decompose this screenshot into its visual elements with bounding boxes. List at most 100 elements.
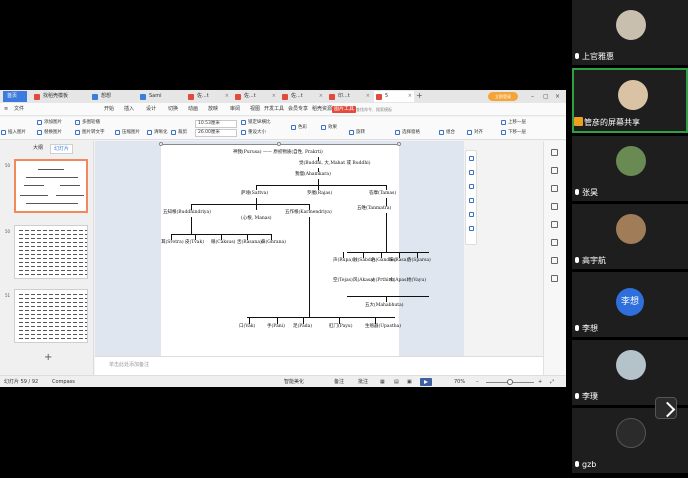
notes-placeholder: 单击此处添加备注 (109, 362, 150, 368)
crop-button[interactable]: 裁剪 (170, 128, 187, 137)
send-backward-button[interactable]: 下移一层 (500, 128, 526, 137)
normal-view-icon[interactable]: ▦ (380, 376, 385, 387)
minimize-icon[interactable]: – (531, 91, 534, 102)
lock-ratio-checkbox[interactable]: 锁定纵横比 (240, 118, 271, 127)
fit-window-icon[interactable]: ⤢ (550, 376, 554, 387)
slide-thumbnail-current[interactable] (14, 159, 88, 213)
reading-view-icon[interactable]: ▣ (407, 376, 412, 387)
tab-doc[interactable]: 佐...t × (186, 91, 231, 102)
lightbulb-icon[interactable] (469, 212, 474, 217)
layers-icon[interactable] (469, 170, 474, 175)
menu-icon[interactable]: ≡ (4, 103, 8, 116)
menu-transition[interactable]: 切换 (168, 103, 178, 116)
tab-doc[interactable]: 想想 (90, 91, 136, 102)
zoom-in-icon[interactable] (469, 156, 474, 161)
current-slide[interactable]: 神我(Purusa) —— 原初物质(自性, Prakrti) 觉(Buddhi… (159, 142, 431, 356)
participant-tile[interactable]: 上官雅惠 (572, 0, 688, 65)
close-icon[interactable]: × (555, 91, 560, 102)
crop-icon[interactable] (469, 184, 474, 189)
theme-name: Compass (52, 379, 75, 385)
menu-docer[interactable]: 稻壳资源 (312, 103, 332, 116)
command-search-input[interactable]: 查找命令、搜索模板 (356, 106, 412, 113)
slide-thumbnail[interactable] (14, 289, 88, 343)
menu-member[interactable]: 会员专享 (288, 103, 308, 116)
menu-review[interactable]: 审阅 (230, 103, 240, 116)
notes-pane[interactable]: 单击此处添加备注 (95, 356, 543, 375)
shape-icon[interactable] (551, 203, 558, 210)
participant-avatar (616, 146, 646, 176)
smart-beautify-button[interactable]: 智能美化 (284, 376, 304, 387)
menu-file[interactable]: 文件 (14, 103, 24, 116)
screen-share-expand-icon[interactable] (655, 397, 677, 419)
image-icon[interactable] (469, 226, 474, 231)
zoom-out-icon[interactable]: – (476, 376, 479, 387)
participant-name: 张昊 (582, 188, 598, 197)
restore-icon[interactable]: ▢ (543, 91, 549, 102)
samkhya-diagram-image[interactable]: 神我(Purusa) —— 原初物质(自性, Prakrti) 觉(Buddhi… (161, 144, 431, 356)
tab-doc[interactable]: Sami (138, 91, 184, 102)
play-slideshow-button[interactable] (420, 378, 432, 386)
properties-icon[interactable] (551, 149, 558, 156)
menu-picture-tools[interactable]: 图片工具 (332, 106, 357, 113)
login-button[interactable]: 立即登录 (488, 92, 518, 101)
microphone-icon (574, 325, 580, 333)
help-icon[interactable] (551, 239, 558, 246)
tab-doc[interactable]: 佐...t × (233, 91, 278, 102)
reset-size-button[interactable]: 重设大小 (240, 128, 266, 137)
brush-icon[interactable] (551, 167, 558, 174)
multi-image-button[interactable]: 多图轮播 (74, 118, 100, 127)
color-button[interactable]: 色彩 (290, 123, 307, 132)
compress-image-button[interactable]: 压缩图片 (114, 128, 140, 137)
image-to-text-button[interactable]: 图片转文字 (74, 128, 105, 137)
participant-tile[interactable]: 管彦的屏幕共享 (572, 68, 688, 133)
participant-avatar (616, 350, 646, 380)
replace-image-button[interactable]: 替换图片 (36, 128, 62, 137)
participant-tile[interactable]: 李璞 (572, 340, 688, 405)
tab-template[interactable]: 找稻壳模板 (32, 91, 84, 102)
zoom-slider-handle[interactable] (507, 379, 513, 385)
tab-slides[interactable]: 幻灯片 (50, 144, 74, 154)
combine-button[interactable]: 组合 (438, 128, 455, 137)
participant-tile[interactable]: 李想 李想 (572, 272, 688, 337)
animation-icon[interactable] (551, 221, 558, 228)
menu-design[interactable]: 设计 (146, 103, 156, 116)
reset-size-icon (241, 130, 246, 135)
comments-button[interactable]: 批注 (358, 376, 368, 387)
zoom-in-icon[interactable]: + (538, 376, 542, 387)
notes-toggle-button[interactable]: 备注 (334, 376, 344, 387)
new-tab-button[interactable]: + (416, 90, 423, 102)
camera-off-icon (616, 418, 646, 448)
star-icon[interactable] (551, 185, 558, 192)
insert-image-button[interactable]: 插入图片 (0, 128, 26, 137)
menu-developer[interactable]: 开发工具 (264, 103, 284, 116)
participant-tile[interactable]: 张昊 (572, 136, 688, 201)
tab-home[interactable]: 首页 (3, 91, 27, 102)
frame-icon[interactable] (469, 198, 474, 203)
add-slide-button[interactable]: + (44, 353, 52, 363)
tab-outline[interactable]: 大纲 (30, 144, 46, 152)
menu-insert[interactable]: 插入 (124, 103, 134, 116)
diagram-node-sattva: 萨埵(Sattva) (241, 191, 269, 196)
add-image-button[interactable]: 添加图片 (36, 118, 62, 127)
rotate-button[interactable]: 旋转 (348, 128, 365, 137)
menu-slideshow[interactable]: 放映 (208, 103, 218, 116)
image-width-input[interactable]: 10.53厘米 (195, 120, 237, 128)
share-icon[interactable] (551, 257, 558, 264)
align-button[interactable]: 对齐 (466, 128, 483, 137)
tab-doc[interactable]: 印...t × (327, 91, 372, 102)
clarity-button[interactable]: 清晰化 (146, 128, 168, 137)
effect-button[interactable]: 效果 (320, 123, 337, 132)
menu-home[interactable]: 开始 (104, 103, 114, 116)
tab-doc[interactable]: 佐...t × (280, 91, 325, 102)
bring-forward-button[interactable]: 上移一层 (500, 118, 526, 127)
slide-thumbnail[interactable] (14, 225, 88, 279)
sorter-view-icon[interactable]: ▤ (394, 376, 399, 387)
menu-view[interactable]: 视图 (250, 103, 260, 116)
participant-tile[interactable]: 高宇航 (572, 204, 688, 269)
select-pane-button[interactable]: 选择窗格 (394, 128, 420, 137)
menu-animation[interactable]: 动画 (188, 103, 198, 116)
settings-icon[interactable] (551, 275, 558, 282)
image-height-input[interactable]: 26.00厘米 (195, 129, 237, 137)
diagram-node: 地(Vayu) (407, 278, 426, 283)
tab-current-doc[interactable]: 5 × (374, 91, 414, 102)
